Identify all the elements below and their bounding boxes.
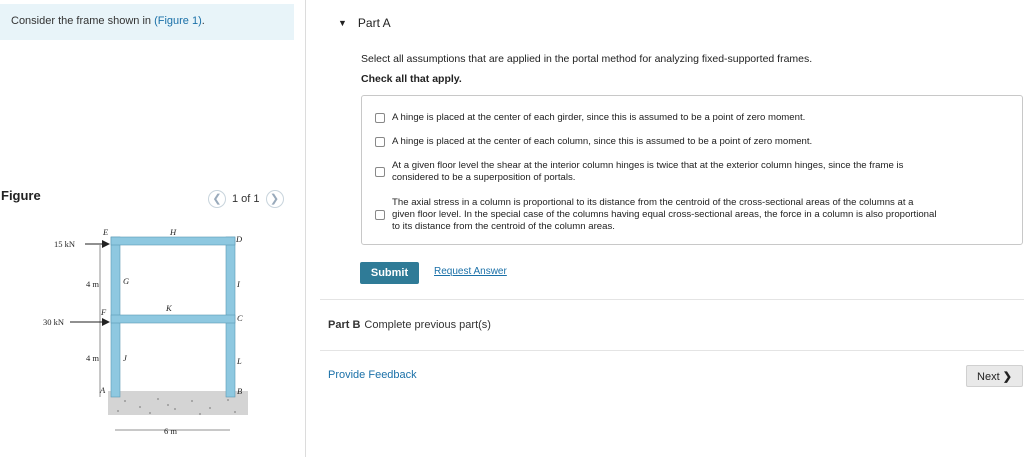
option-1[interactable]: A hinge is placed at the center of each … (375, 112, 1011, 124)
divider-part-b (320, 350, 1024, 351)
option-4[interactable]: The axial stress in a column is proporti… (375, 197, 1011, 233)
option-1-checkbox[interactable] (375, 113, 385, 123)
figure-pager: ❮ 1 of 1 ❯ (208, 190, 284, 208)
check-all-instruction: Check all that apply. (361, 73, 462, 85)
part-a-title: Part A (357, 16, 391, 30)
option-4-checkbox[interactable] (375, 210, 385, 220)
chevron-left-icon[interactable]: ❮ (208, 190, 226, 208)
collapse-triangle-icon[interactable]: ▼ (338, 18, 347, 28)
height-top-label: 4 m (86, 279, 99, 289)
joint-D: D (235, 234, 243, 244)
option-4-label: The axial stress in a column is proporti… (392, 197, 937, 232)
part-b-status: Complete previous part(s) (364, 319, 491, 331)
intro-banner: Consider the frame shown in (Figure 1). (0, 4, 294, 40)
joint-I: I (236, 279, 241, 289)
frame-figure: 15 kN 30 kN 4 m 4 m 6 m E H D G I F K C … (43, 227, 248, 436)
request-answer-link[interactable]: Request Answer (434, 266, 507, 277)
question-prompt: Select all assumptions that are applied … (361, 53, 813, 65)
top-girder (110, 236, 236, 246)
load-mid-label: 30 kN (43, 317, 64, 327)
option-3-checkbox[interactable] (375, 167, 385, 177)
part-a-header[interactable]: ▼ Part A (338, 16, 391, 30)
joint-K: K (165, 303, 173, 313)
joint-F: F (100, 307, 107, 317)
joint-L: L (236, 356, 242, 366)
part-b-section: Part B Complete previous part(s) (328, 319, 491, 331)
divider-part-a (320, 299, 1024, 300)
figure-title: Figure (1, 188, 41, 203)
option-1-label: A hinge is placed at the center of each … (392, 112, 806, 123)
chevron-right-icon: ❯ (1002, 370, 1012, 383)
intro-text: Consider the frame shown in (11, 15, 155, 27)
provide-feedback-link[interactable]: Provide Feedback (328, 369, 417, 381)
joint-B: B (237, 386, 242, 396)
joint-A: A (99, 385, 106, 395)
height-bottom-label: 4 m (86, 353, 99, 363)
option-2-checkbox[interactable] (375, 137, 385, 147)
option-3[interactable]: At a given floor level the shear at the … (375, 160, 1011, 184)
option-2[interactable]: A hinge is placed at the center of each … (375, 136, 1011, 148)
joint-J: J (123, 353, 128, 363)
intro-period: . (201, 15, 205, 27)
figure-link[interactable]: (Figure 1) (154, 15, 202, 27)
option-2-label: A hinge is placed at the center of each … (392, 136, 813, 147)
submit-button[interactable]: Submit (360, 262, 419, 284)
middle-girder (110, 314, 236, 324)
options-list: A hinge is placed at the center of each … (361, 95, 1023, 245)
next-button[interactable]: Next ❯ (966, 365, 1023, 387)
option-3-label: At a given floor level the shear at the … (392, 160, 904, 183)
chevron-right-icon[interactable]: ❯ (265, 190, 284, 208)
joint-G: G (123, 276, 129, 286)
pager-text: 1 of 1 (232, 193, 260, 205)
joint-C: C (237, 313, 243, 323)
panel-divider (305, 0, 306, 457)
width-label: 6 m (164, 426, 177, 436)
joint-E: E (102, 227, 109, 237)
next-label: Next (977, 370, 1000, 383)
part-b-title: Part B (328, 319, 361, 331)
load-top-label: 15 kN (54, 239, 75, 249)
joint-H: H (169, 227, 177, 237)
